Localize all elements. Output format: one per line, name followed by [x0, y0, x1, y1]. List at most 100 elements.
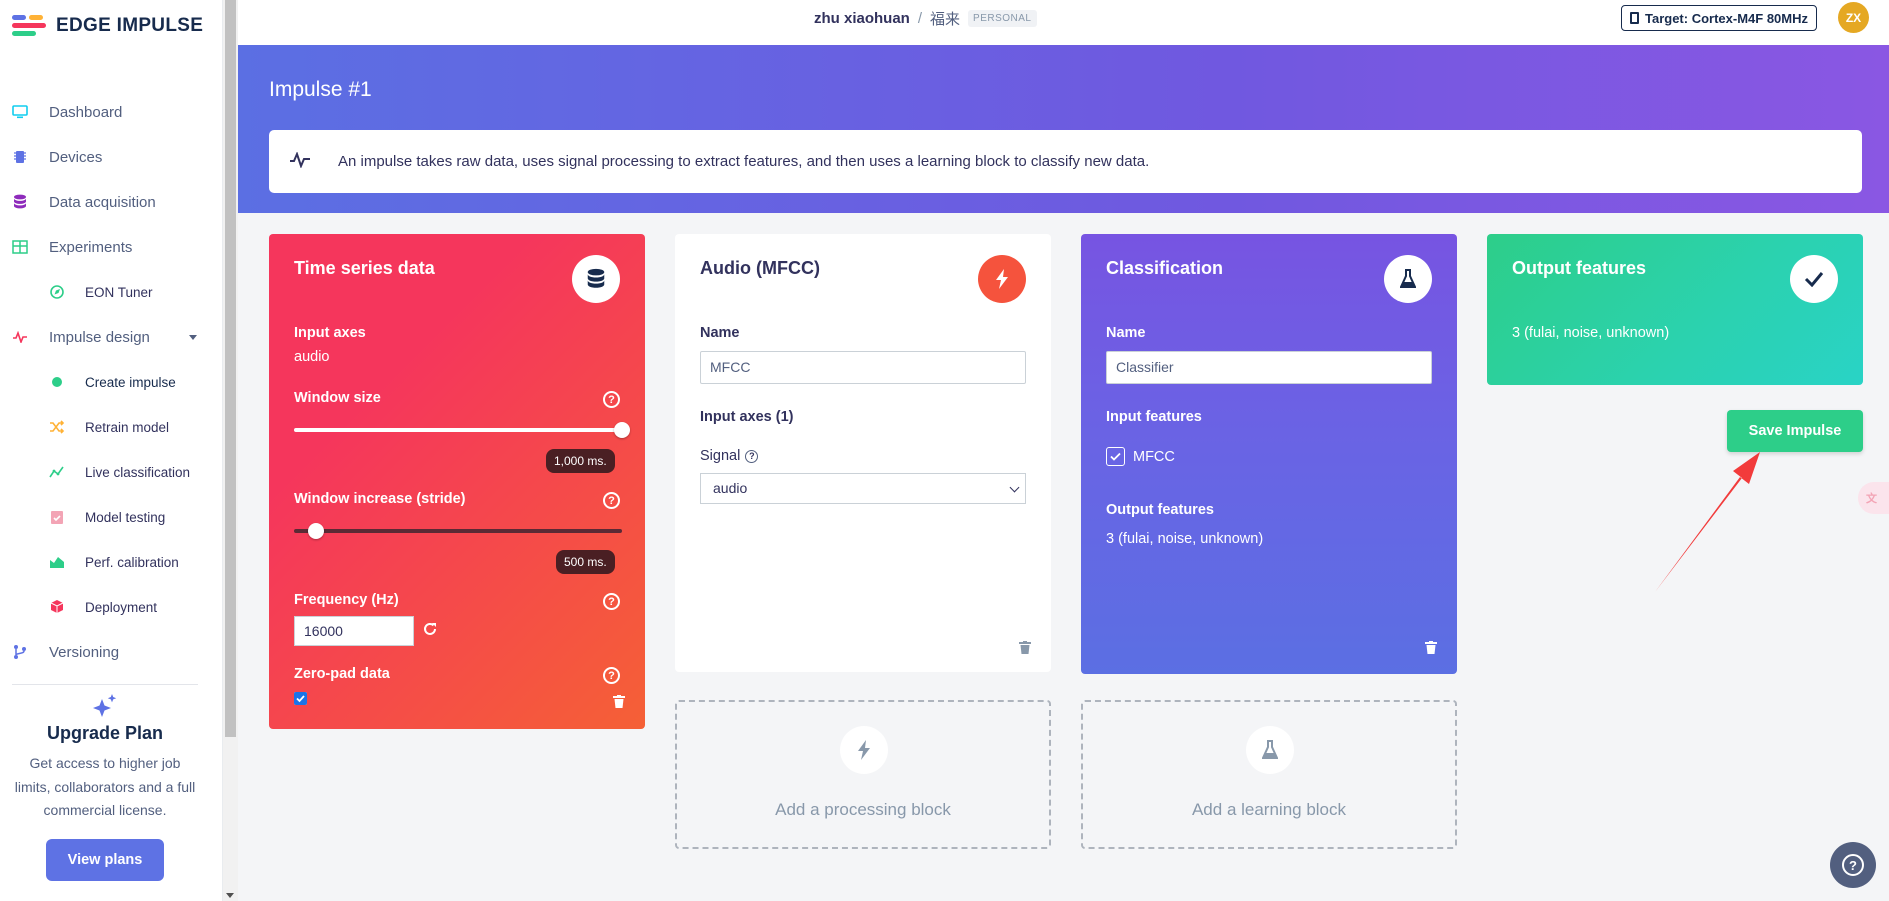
sidebar-item-label: Deployment [85, 599, 158, 615]
sidebar-item-label: Perf. calibration [85, 554, 179, 570]
trash-icon[interactable] [1425, 641, 1437, 654]
sidebar-scrollbar[interactable] [223, 0, 238, 901]
sidebar-item-label: Live classification [85, 464, 191, 480]
window-size-slider[interactable] [294, 422, 630, 438]
window-size-value: 1,000 ms. [546, 449, 615, 473]
add-processing-block[interactable]: Add a processing block [675, 700, 1051, 849]
refresh-icon[interactable] [423, 622, 437, 641]
chart-line-icon [49, 464, 65, 480]
git-branch-icon [12, 644, 28, 660]
sidebar-item-model-testing[interactable]: Model testing [0, 501, 223, 533]
sidebar-item-label: Retrain model [85, 419, 170, 435]
scroll-down-arrow-icon[interactable] [226, 893, 234, 898]
dot-icon [49, 374, 65, 390]
clipboard-check-icon [49, 509, 65, 525]
help-icon[interactable]: ? [745, 449, 759, 463]
block-name-input[interactable]: Classifier [1106, 351, 1432, 384]
info-card: An impulse takes raw data, uses signal p… [269, 130, 1862, 193]
project-name[interactable]: 福来 [930, 8, 960, 29]
sparkles-icon [92, 693, 118, 719]
caret-down-icon [189, 335, 197, 340]
sidebar-item-impulse-design[interactable]: Impulse design [0, 321, 223, 353]
input-features-label: Input features [1106, 409, 1202, 425]
stride-slider[interactable] [294, 523, 622, 539]
chip-icon [12, 149, 28, 165]
app-root: EDGE IMPULSE Dashboard Devices Data acqu… [0, 0, 1889, 901]
trash-icon[interactable] [613, 695, 625, 708]
sidebar-item-label: Experiments [49, 238, 133, 256]
output-features-value: 3 (fulai, noise, unknown) [1106, 531, 1264, 547]
question-icon: ? [1842, 854, 1864, 876]
chevron-down-icon [1009, 482, 1020, 493]
translate-widget[interactable]: 文 [1858, 482, 1889, 514]
output-features-label: Output features [1106, 502, 1214, 518]
sidebar-item-perf-calibration[interactable]: Perf. calibration [0, 546, 223, 578]
signal-label: Signal [700, 448, 741, 464]
monitor-icon [12, 104, 28, 120]
view-plans-button[interactable]: View plans [46, 838, 164, 881]
trash-icon[interactable] [1019, 641, 1031, 654]
block-name-input[interactable]: MFCC [700, 351, 1026, 384]
grid-icon [12, 239, 28, 255]
sidebar-item-retrain-model[interactable]: Retrain model [0, 411, 223, 443]
sidebar-item-devices[interactable]: Devices [0, 141, 223, 173]
avatar[interactable]: ZX [1838, 2, 1869, 33]
signal-select-value: audio [713, 480, 748, 496]
output-features-card: Output features 3 (fulai, noise, unknown… [1487, 234, 1863, 385]
sidebar-item-versioning[interactable]: Versioning [0, 636, 223, 668]
stride-value: 500 ms. [556, 550, 615, 574]
help-icon[interactable]: ? [603, 667, 620, 684]
sidebar-item-label: Data acquisition [49, 193, 156, 211]
help-chat-button[interactable]: ? [1830, 842, 1876, 888]
sidebar-item-label: Dashboard [49, 103, 123, 121]
stride-label: Window increase (stride) [294, 491, 466, 507]
sidebar-item-data-acquisition[interactable]: Data acquisition [0, 186, 223, 218]
sidebar-item-live-classification[interactable]: Live classification [0, 456, 223, 488]
sidebar-item-label: Versioning [49, 643, 120, 661]
upgrade-description: Get access to higher job limits, collabo… [14, 755, 196, 818]
zero-pad-label: Zero-pad data [294, 666, 390, 682]
learning-block-card: Classification Name Classifier Input fea… [1081, 234, 1457, 674]
sidebar-item-eon-tuner[interactable]: EON Tuner [0, 276, 223, 308]
sidebar-item-create-impulse[interactable]: Create impulse [0, 366, 223, 398]
window-size-slider-handle[interactable] [614, 422, 630, 438]
pulse-icon [289, 151, 311, 173]
frequency-input[interactable]: 16000 [294, 616, 414, 646]
top-header: zhu xiaohuan / 福来 PERSONAL Target: Corte… [238, 0, 1889, 45]
sidebar-divider [12, 684, 198, 685]
breadcrumb-separator: / [917, 10, 923, 27]
sidebar-item-label: Impulse design [49, 328, 150, 346]
feature-checkbox[interactable] [1106, 447, 1125, 466]
chip-icon [1630, 12, 1639, 24]
compass-icon [49, 284, 65, 300]
translate-icon: 文 [1866, 493, 1877, 505]
stride-slider-handle[interactable] [308, 523, 325, 539]
upgrade-plan-panel: Upgrade Plan Get access to higher job li… [0, 690, 210, 881]
signal-select[interactable]: audio [700, 473, 1026, 504]
window-size-label: Window size [294, 390, 381, 406]
brand-logo[interactable]: EDGE IMPULSE [12, 14, 203, 38]
user-name[interactable]: zhu xiaohuan [814, 10, 910, 27]
save-impulse-button[interactable]: Save Impulse [1727, 410, 1863, 452]
sidebar-item-label: EON Tuner [85, 284, 153, 300]
input-axes-value: audio [294, 349, 330, 365]
database-icon [12, 194, 28, 210]
card-title: Audio (MFCC) [700, 258, 820, 278]
sidebar-item-label: Devices [49, 148, 103, 166]
zero-pad-checkbox[interactable] [294, 692, 307, 705]
bolt-icon [978, 255, 1026, 303]
personal-badge: PERSONAL [968, 10, 1037, 27]
help-icon[interactable]: ? [603, 391, 620, 408]
info-text: An impulse takes raw data, uses signal p… [338, 153, 1150, 170]
target-device-button[interactable]: Target: Cortex-M4F 80MHz [1621, 5, 1818, 31]
sidebar-item-deployment[interactable]: Deployment [0, 591, 223, 623]
sidebar-item-experiments[interactable]: Experiments [0, 231, 223, 263]
input-axes-label: Input axes [294, 325, 366, 341]
shuffle-icon [49, 419, 65, 435]
help-icon[interactable]: ? [603, 492, 620, 509]
add-learning-block[interactable]: Add a learning block [1081, 700, 1457, 849]
sidebar-item-dashboard[interactable]: Dashboard [0, 96, 223, 128]
scrollbar-thumb[interactable] [225, 0, 236, 737]
database-icon [572, 255, 620, 303]
help-icon[interactable]: ? [603, 593, 620, 610]
